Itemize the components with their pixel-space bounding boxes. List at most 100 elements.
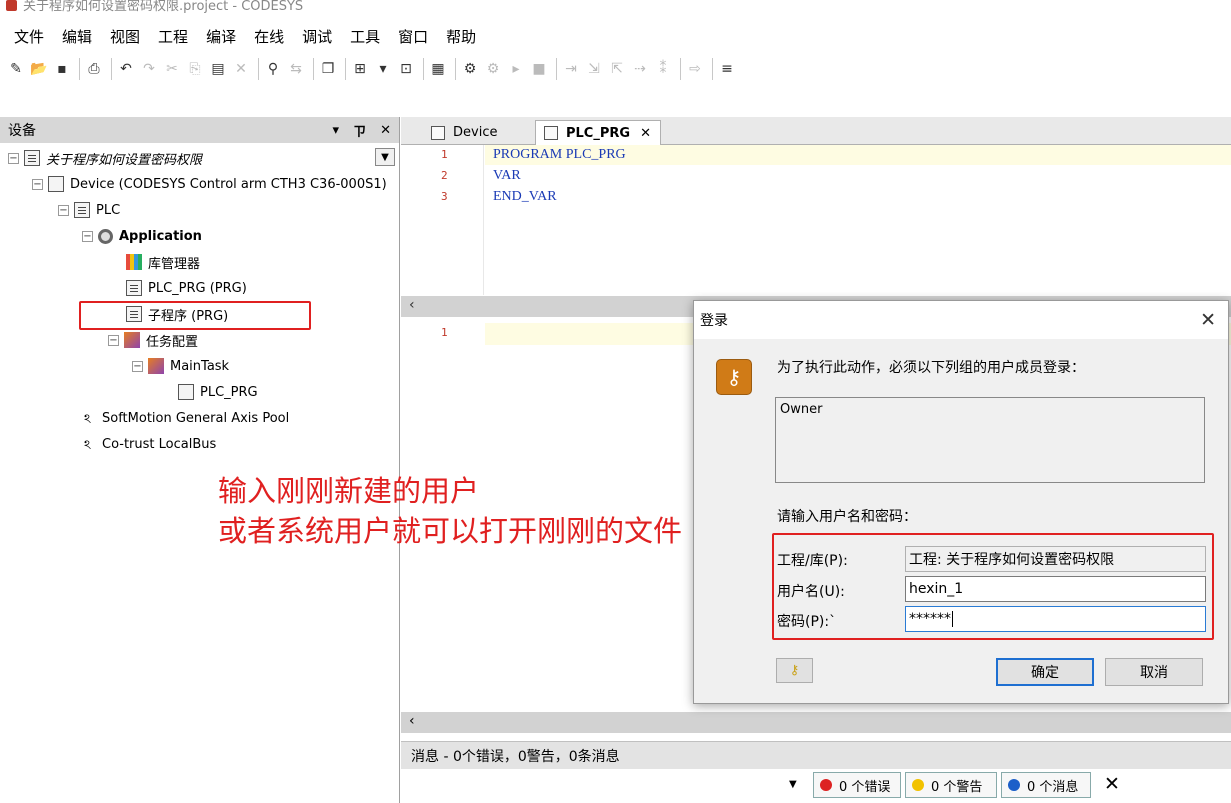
build-icon[interactable]: ▦ bbox=[428, 59, 448, 79]
tree-item-task-call[interactable]: PLC_PRG bbox=[178, 380, 258, 404]
menu-window[interactable]: 窗口 bbox=[398, 26, 428, 47]
toolbar: ✎ 📂 ▪ ⎙ ↶ ↷ ✂ ⎘ ▤ ✕ ⚲ ⇆ ❐ ⊞ ▾ ⊡ ▦ ⚙ ⚙ ▸ … bbox=[6, 52, 886, 86]
menu-debug[interactable]: 调试 bbox=[302, 26, 332, 47]
tab-plc-prg[interactable]: PLC_PRG ✕ bbox=[535, 120, 661, 145]
menu-tools[interactable]: 工具 bbox=[350, 26, 380, 47]
cut-icon[interactable]: ✂ bbox=[162, 59, 182, 79]
menu-project[interactable]: 工程 bbox=[158, 26, 188, 47]
menu-edit[interactable]: 编辑 bbox=[62, 26, 92, 47]
clear-messages-icon[interactable]: ✕ bbox=[1104, 773, 1120, 795]
tree-item-plc[interactable]: − PLC bbox=[58, 198, 120, 222]
collapse-icon[interactable]: − bbox=[58, 204, 69, 216]
menu-view[interactable]: 视图 bbox=[110, 26, 140, 47]
step-into-icon[interactable]: ⇲ bbox=[584, 59, 604, 79]
toolbar-options-icon[interactable]: ≡ bbox=[717, 59, 737, 79]
toolbar-separator bbox=[455, 58, 456, 80]
tree-item-softmotion[interactable]: SoftMotion General Axis Pool bbox=[84, 406, 289, 430]
username-field[interactable]: hexin_1 bbox=[905, 576, 1206, 602]
warnings-filter-button[interactable]: 0 个警告 bbox=[905, 772, 997, 798]
run-to-cursor-icon[interactable]: ⇢ bbox=[630, 59, 650, 79]
collapse-icon[interactable]: − bbox=[82, 230, 93, 242]
collapse-icon[interactable]: − bbox=[8, 152, 19, 164]
tab-device[interactable]: Device bbox=[423, 120, 533, 145]
declaration-editor[interactable]: 1 2 3 PROGRAM PLC_PRG VAR END_VAR bbox=[401, 145, 1231, 295]
delete-icon[interactable]: ✕ bbox=[231, 59, 251, 79]
infos-count: 0 个消息 bbox=[1027, 779, 1079, 795]
redo-icon[interactable]: ↷ bbox=[139, 59, 159, 79]
password-field[interactable]: ****** bbox=[905, 606, 1206, 632]
save-icon[interactable]: ▪ bbox=[52, 59, 72, 79]
line-number: 2 bbox=[441, 169, 448, 182]
add-folder-icon[interactable]: ⊡ bbox=[396, 59, 416, 79]
tree-item-main-task[interactable]: − MainTask bbox=[132, 354, 229, 378]
undo-icon[interactable]: ↶ bbox=[116, 59, 136, 79]
menu-help[interactable]: 帮助 bbox=[446, 26, 476, 47]
gutter-divider bbox=[483, 145, 484, 295]
window-icon[interactable]: ❐ bbox=[318, 59, 338, 79]
editor-tabs: Device PLC_PRG ✕ bbox=[401, 117, 1231, 145]
tree-item-plc-prg[interactable]: PLC_PRG (PRG) bbox=[126, 276, 247, 300]
tree-item-localbus[interactable]: Co-trust LocalBus bbox=[84, 432, 216, 456]
infos-filter-button[interactable]: 0 个消息 bbox=[1001, 772, 1091, 798]
panel-close-icon[interactable]: ✕ bbox=[380, 123, 391, 138]
panel-pin-icon[interactable]: ㄗ bbox=[353, 121, 366, 140]
menu-file[interactable]: 文件 bbox=[14, 26, 44, 47]
project-value: 工程: 关于程序如何设置密码权限 bbox=[909, 552, 1115, 568]
tree-item-device[interactable]: − Device (CODESYS Control arm CTH3 C36-0… bbox=[32, 172, 387, 196]
tree-item-label: 库管理器 bbox=[148, 256, 201, 272]
ok-button[interactable]: 确定 bbox=[996, 658, 1094, 686]
toolbar-separator bbox=[680, 58, 681, 80]
axis-pool-icon bbox=[84, 410, 96, 426]
tab-close-icon[interactable]: ✕ bbox=[640, 126, 651, 141]
horizontal-scrollbar[interactable]: ‹ bbox=[401, 712, 1231, 733]
program-icon bbox=[126, 280, 142, 296]
menu-build[interactable]: 编译 bbox=[206, 26, 236, 47]
collapse-icon[interactable]: − bbox=[108, 334, 119, 346]
messages-title: 消息 - 0个错误，0警告，0条消息 bbox=[411, 748, 620, 765]
scroll-left-icon[interactable]: ‹ bbox=[409, 713, 415, 729]
program-call-icon bbox=[178, 384, 194, 400]
password-hint-key-icon[interactable]: ⚷ bbox=[776, 658, 813, 683]
add-object-dropdown-icon[interactable]: ▾ bbox=[373, 59, 393, 79]
dialog-close-icon[interactable]: ✕ bbox=[1200, 309, 1216, 331]
tree-item-project-root[interactable]: − 关于程序如何设置密码权限 bbox=[8, 146, 202, 170]
project-field[interactable]: 工程: 关于程序如何设置密码权限 bbox=[905, 546, 1206, 572]
collapse-icon[interactable]: − bbox=[132, 360, 143, 372]
root-dropdown-chevron-down-icon[interactable]: ▼ bbox=[375, 148, 395, 166]
copy-icon[interactable]: ⎘ bbox=[185, 59, 205, 79]
tree-item-label: 任务配置 bbox=[146, 334, 199, 350]
password-label: 密码(P):` bbox=[777, 614, 837, 630]
login-icon[interactable]: ⚙ bbox=[460, 59, 480, 79]
step-over-icon[interactable]: ⇥ bbox=[561, 59, 581, 79]
message-source-chevron-down-icon[interactable]: ▼ bbox=[789, 779, 797, 790]
tree-item-library-manager[interactable]: 库管理器 bbox=[126, 250, 200, 274]
task-icon bbox=[148, 358, 164, 374]
new-project-icon[interactable]: ✎ bbox=[6, 59, 26, 79]
key-icon: ⚷ bbox=[716, 359, 752, 395]
start-icon[interactable]: ▸ bbox=[506, 59, 526, 79]
show-next-statement-icon[interactable]: ⇨ bbox=[685, 59, 705, 79]
errors-count: 0 个错误 bbox=[839, 779, 891, 795]
user-groups-list[interactable]: Owner bbox=[775, 397, 1205, 483]
step-out-icon[interactable]: ⇱ bbox=[607, 59, 627, 79]
find-icon[interactable]: ⚲ bbox=[263, 59, 283, 79]
panel-menu-chevron-down-icon[interactable]: ▾ bbox=[333, 123, 340, 138]
replace-icon[interactable]: ⇆ bbox=[286, 59, 306, 79]
paste-icon[interactable]: ▤ bbox=[208, 59, 228, 79]
open-project-icon[interactable]: 📂 bbox=[29, 59, 49, 79]
stop-icon[interactable]: ■ bbox=[529, 59, 549, 79]
collapse-icon[interactable]: − bbox=[32, 178, 43, 190]
add-object-icon[interactable]: ⊞ bbox=[350, 59, 370, 79]
logout-icon[interactable]: ⚙ bbox=[483, 59, 503, 79]
breakpoint-icon[interactable]: ⁑ bbox=[653, 59, 673, 79]
menu-online[interactable]: 在线 bbox=[254, 26, 284, 47]
device-panel-header: 设备 ▾ ㄗ ✕ bbox=[0, 117, 399, 143]
scroll-left-icon[interactable]: ‹ bbox=[409, 297, 415, 313]
print-icon[interactable]: ⎙ bbox=[84, 59, 104, 79]
tree-item-task-config[interactable]: − 任务配置 bbox=[108, 328, 198, 352]
tree-item-application[interactable]: − Application bbox=[82, 224, 202, 248]
errors-filter-button[interactable]: 0 个错误 bbox=[813, 772, 901, 798]
window-title: 关于程序如何设置密码权限.project - CODESYS bbox=[23, 0, 304, 14]
list-item[interactable]: Owner bbox=[780, 402, 1200, 417]
cancel-button[interactable]: 取消 bbox=[1105, 658, 1203, 686]
